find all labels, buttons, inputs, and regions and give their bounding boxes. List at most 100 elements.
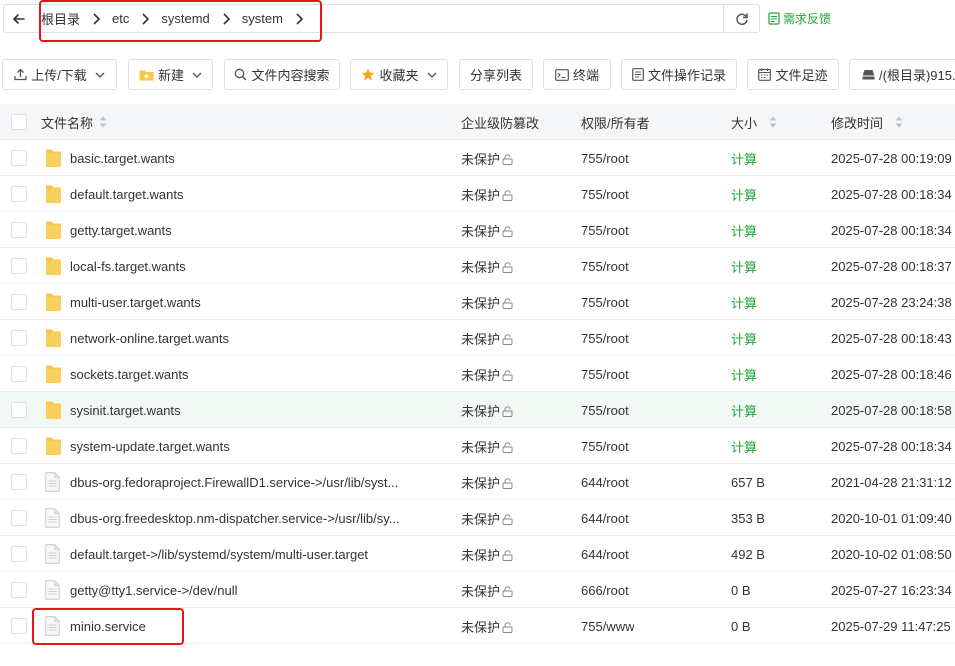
file-name-cell[interactable]: multi-user.target.wants: [45, 284, 445, 320]
perm-cell[interactable]: 755/root: [581, 140, 629, 176]
file-name[interactable]: local-fs.target.wants: [70, 259, 186, 274]
table-row[interactable]: multi-user.target.wants 未保护 755/root 计算 2025…: [0, 284, 955, 320]
file-name-cell[interactable]: basic.target.wants: [45, 140, 445, 176]
size-cell[interactable]: 计算: [731, 320, 757, 356]
perm-cell[interactable]: 755/root: [581, 356, 629, 392]
file-name[interactable]: dbus-org.freedesktop.nm-dispatcher.servi…: [70, 511, 400, 526]
protect-cell[interactable]: 未保护: [461, 464, 513, 500]
table-row[interactable]: default.target.wants 未保护 755/root 计算 2025-07…: [0, 176, 955, 212]
perm-cell[interactable]: 644/root: [581, 536, 629, 572]
row-checkbox[interactable]: [11, 150, 27, 166]
table-row[interactable]: dbus-org.freedesktop.nm-dispatcher.servi…: [0, 500, 955, 536]
lock-icon[interactable]: [502, 189, 513, 204]
file-name[interactable]: dbus-org.fedoraproject.FirewallD1.servic…: [70, 475, 398, 490]
perm-cell[interactable]: 644/root: [581, 500, 629, 536]
row-checkbox[interactable]: [11, 618, 27, 634]
file-name[interactable]: sockets.target.wants: [70, 367, 189, 382]
protect-cell[interactable]: 未保护: [461, 608, 513, 644]
protect-cell[interactable]: 未保护: [461, 500, 513, 536]
file-name-cell[interactable]: default.target.wants: [45, 176, 445, 212]
lock-icon[interactable]: [502, 369, 513, 384]
lock-icon[interactable]: [502, 513, 513, 528]
protect-cell[interactable]: 未保护: [461, 248, 513, 284]
lock-icon[interactable]: [502, 225, 513, 240]
row-checkbox[interactable]: [11, 582, 27, 598]
lock-icon[interactable]: [502, 585, 513, 600]
lock-icon[interactable]: [502, 549, 513, 564]
row-checkbox[interactable]: [11, 510, 27, 526]
table-row[interactable]: getty@tty1.service->/dev/null 未保护 666/root…: [0, 572, 955, 608]
table-row[interactable]: sockets.target.wants 未保护 755/root 计算 2025-07…: [0, 356, 955, 392]
upload-download-button[interactable]: 上传/下载: [2, 59, 117, 90]
protect-cell[interactable]: 未保护: [461, 356, 513, 392]
perm-cell[interactable]: 755/root: [581, 428, 629, 464]
table-row[interactable]: basic.target.wants 未保护 755/root 计算 2025-07-2…: [0, 140, 955, 176]
file-name[interactable]: multi-user.target.wants: [70, 295, 201, 310]
lock-icon[interactable]: [502, 405, 513, 420]
file-name-cell[interactable]: network-online.target.wants: [45, 320, 445, 356]
file-name-cell[interactable]: dbus-org.freedesktop.nm-dispatcher.servi…: [45, 500, 445, 536]
row-checkbox[interactable]: [11, 546, 27, 562]
table-row[interactable]: default.target->/lib/systemd/system/mult…: [0, 536, 955, 572]
header-mtime[interactable]: 修改时间: [831, 104, 903, 140]
row-checkbox[interactable]: [11, 330, 27, 346]
file-name-cell[interactable]: getty.target.wants: [45, 212, 445, 248]
perm-cell[interactable]: 755/root: [581, 320, 629, 356]
lock-icon[interactable]: [502, 333, 513, 348]
size-cell[interactable]: 计算: [731, 212, 757, 248]
perm-cell[interactable]: 755/root: [581, 284, 629, 320]
file-name[interactable]: getty.target.wants: [70, 223, 172, 238]
row-checkbox[interactable]: [11, 222, 27, 238]
perm-cell[interactable]: 755/root: [581, 212, 629, 248]
file-name[interactable]: sysinit.target.wants: [70, 403, 181, 418]
protect-cell[interactable]: 未保护: [461, 140, 513, 176]
file-name[interactable]: default.target.wants: [70, 187, 183, 202]
row-checkbox[interactable]: [11, 294, 27, 310]
protect-cell[interactable]: 未保护: [461, 572, 513, 608]
lock-icon[interactable]: [502, 477, 513, 492]
file-name-cell[interactable]: dbus-org.fedoraproject.FirewallD1.servic…: [45, 464, 445, 500]
perm-cell[interactable]: 755/www: [581, 608, 634, 644]
protect-cell[interactable]: 未保护: [461, 428, 513, 464]
perm-cell[interactable]: 755/root: [581, 248, 629, 284]
file-name-cell[interactable]: sysinit.target.wants: [45, 392, 445, 428]
terminal-button[interactable]: 终端: [543, 59, 611, 90]
lock-icon[interactable]: [502, 621, 513, 636]
lock-icon[interactable]: [502, 297, 513, 312]
lock-icon[interactable]: [502, 441, 513, 456]
protect-cell[interactable]: 未保护: [461, 176, 513, 212]
row-checkbox[interactable]: [11, 438, 27, 454]
protect-cell[interactable]: 未保护: [461, 212, 513, 248]
header-size[interactable]: 大小: [731, 104, 777, 140]
lock-icon[interactable]: [502, 153, 513, 168]
header-name[interactable]: 文件名称: [41, 104, 107, 140]
size-cell[interactable]: 计算: [731, 392, 757, 428]
protect-cell[interactable]: 未保护: [461, 392, 513, 428]
protect-cell[interactable]: 未保护: [461, 320, 513, 356]
file-name[interactable]: system-update.target.wants: [70, 439, 230, 454]
file-name[interactable]: network-online.target.wants: [70, 331, 229, 346]
file-name[interactable]: default.target->/lib/systemd/system/mult…: [70, 547, 368, 562]
file-name-cell[interactable]: getty@tty1.service->/dev/null: [45, 572, 445, 608]
file-name-cell[interactable]: default.target->/lib/systemd/system/mult…: [45, 536, 445, 572]
file-name[interactable]: getty@tty1.service->/dev/null: [70, 583, 237, 598]
table-row[interactable]: system-update.target.wants 未保护 755/root 计算 2…: [0, 428, 955, 464]
size-cell[interactable]: 计算: [731, 176, 757, 212]
lock-icon[interactable]: [502, 261, 513, 276]
size-cell[interactable]: 计算: [731, 356, 757, 392]
size-cell[interactable]: 计算: [731, 140, 757, 176]
back-button[interactable]: [3, 4, 34, 33]
file-name-cell[interactable]: system-update.target.wants: [45, 428, 445, 464]
table-row[interactable]: network-online.target.wants 未保护 755/root 计算…: [0, 320, 955, 356]
row-checkbox[interactable]: [11, 402, 27, 418]
table-row[interactable]: sysinit.target.wants 未保护 755/root 计算 2025-07…: [0, 392, 955, 428]
size-cell[interactable]: 计算: [731, 428, 757, 464]
feedback-link[interactable]: 需求反馈: [768, 10, 831, 27]
row-checkbox[interactable]: [11, 258, 27, 274]
size-cell[interactable]: 计算: [731, 248, 757, 284]
row-checkbox[interactable]: [11, 474, 27, 490]
file-name-cell[interactable]: local-fs.target.wants: [45, 248, 445, 284]
file-operation-log-button[interactable]: 文件操作记录: [621, 59, 737, 90]
file-name[interactable]: basic.target.wants: [70, 151, 175, 166]
share-list-button[interactable]: 分享列表: [459, 59, 533, 90]
